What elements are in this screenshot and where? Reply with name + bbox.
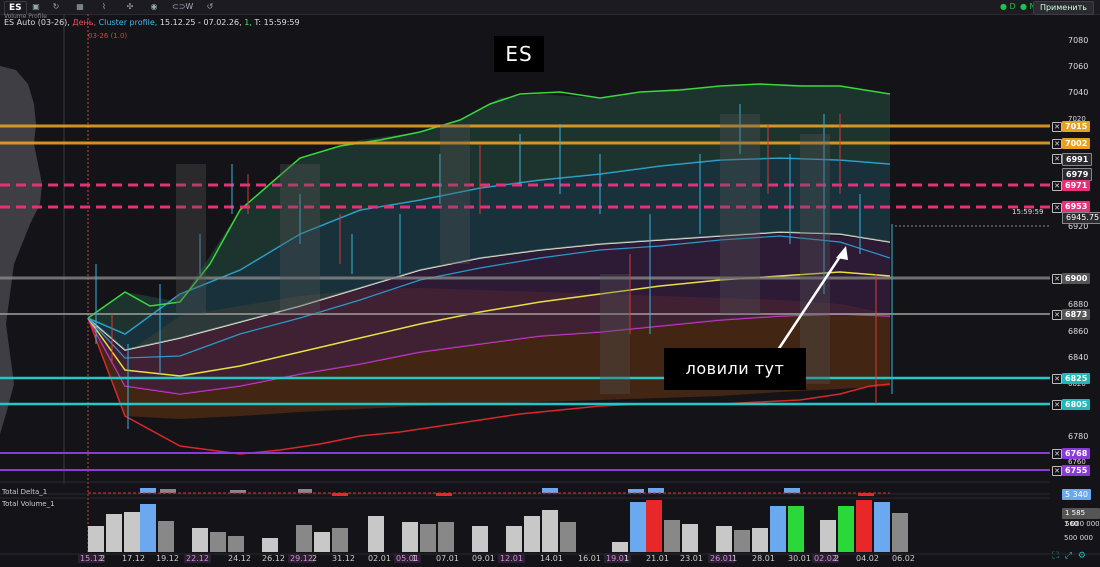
badge-d-label: D — [1009, 2, 1016, 11]
delta-panel-label: Total Delta_1 — [2, 488, 48, 496]
close-icon[interactable]: ✕ — [1052, 400, 1062, 410]
close-icon[interactable]: ✕ — [1052, 139, 1062, 149]
time-label: 15:59:59 — [1012, 208, 1044, 216]
level-6991[interactable]: 6991 — [1062, 153, 1093, 166]
x-axis-tick: 1 — [624, 554, 630, 563]
x-axis-tick: 02.01 — [368, 554, 391, 563]
close-icon[interactable]: ✕ — [1052, 181, 1062, 191]
level-7002[interactable]: 7002 — [1062, 138, 1091, 149]
x-axis-tick: 2 — [312, 554, 318, 563]
refresh-icon[interactable]: ↻ — [48, 1, 64, 13]
delta-bars — [88, 488, 890, 496]
link-label: W — [185, 2, 194, 11]
calendar-icon[interactable]: ▦ — [72, 1, 88, 13]
x-axis-tick: 29.12 — [288, 554, 315, 563]
volume-panel-label: Total Volume_1 — [2, 500, 55, 508]
x-axis-tick: 26.12 — [262, 554, 285, 563]
level-6768[interactable]: 6768 — [1062, 448, 1091, 459]
x-axis-tick: 30.01 — [788, 554, 811, 563]
x-axis-tick: 31.12 — [332, 554, 355, 563]
fit-icon[interactable]: ⤢ — [1065, 551, 1078, 561]
x-axis-tick: 06.02 — [892, 554, 915, 563]
x-axis-tick: 09.01 — [472, 554, 495, 563]
volume-axis-tick: 1 000 000 — [1064, 520, 1100, 528]
level-6873[interactable]: 6873 — [1062, 309, 1091, 320]
x-axis-tick: 22.12 — [184, 554, 211, 563]
level-6953[interactable]: 6953 — [1062, 201, 1091, 212]
close-icon[interactable]: ✕ — [1052, 466, 1062, 476]
close-icon[interactable]: ✕ — [1052, 154, 1062, 164]
level-6825[interactable]: 6825 — [1062, 373, 1091, 384]
x-axis-tick: 28.01 — [752, 554, 775, 563]
fullscreen-icon[interactable]: ⛶ — [1052, 551, 1064, 561]
x-axis-tick: 14.01 — [540, 554, 563, 563]
x-axis-tick: 23.01 — [680, 554, 703, 563]
close-icon[interactable]: ✕ — [1052, 310, 1062, 320]
close-icon[interactable]: ✕ — [1052, 449, 1062, 459]
link-icon[interactable]: ⊂⊃W — [172, 1, 193, 13]
x-axis-tick: 16.01 — [578, 554, 601, 563]
price-axis-tick: 6880 — [1068, 300, 1089, 309]
price-chart[interactable] — [0, 14, 1100, 567]
x-axis-tick: 2 — [100, 554, 106, 563]
x-axis-tick: 24.12 — [228, 554, 251, 563]
delta-value: 5 340 — [1062, 489, 1091, 500]
close-icon[interactable]: ✕ — [1052, 122, 1062, 132]
x-axis-tick: 2 — [834, 554, 840, 563]
price-axis-tick: 6860 — [1068, 327, 1089, 336]
apply-button[interactable]: Применить — [1032, 1, 1094, 15]
price-axis-tick: 6780 — [1068, 432, 1089, 441]
level-6755[interactable]: 6755 — [1062, 465, 1091, 476]
price-axis-tick: 7080 — [1068, 36, 1089, 45]
x-axis-tick: 21.01 — [646, 554, 669, 563]
level-6805[interactable]: 6805 — [1062, 399, 1091, 410]
close-icon[interactable]: ✕ — [1052, 203, 1062, 213]
x-axis-tick: 1 — [732, 554, 738, 563]
callout-annotation: ловили тут — [664, 348, 806, 390]
undo-icon[interactable]: ↺ — [202, 1, 218, 13]
bottom-tools: ⛶⤢⚙ — [1052, 551, 1092, 561]
x-axis-tick: 07.01 — [436, 554, 459, 563]
close-icon[interactable]: ✕ — [1052, 274, 1062, 284]
volume-bars — [88, 500, 908, 552]
x-axis-tick: 26.01 — [708, 554, 735, 563]
badge-d[interactable]: ● D — [1000, 2, 1016, 11]
x-axis-tick: 19.12 — [156, 554, 179, 563]
x-axis-tick: 12.01 — [498, 554, 525, 563]
file-icon[interactable]: ▣ — [28, 1, 44, 13]
chart-type-icon[interactable]: ⌇ — [96, 1, 112, 13]
top-toolbar: ES ▣ ↻ ▦ ⌇ ✣ ◉ ⊂⊃W ↺ ● D ● N ✎ Применить — [0, 0, 1100, 15]
level-7015[interactable]: 7015 — [1062, 121, 1091, 132]
x-axis-tick: 17.12 — [122, 554, 145, 563]
close-icon[interactable]: ✕ — [1052, 374, 1062, 384]
level-6971[interactable]: 6971 — [1062, 180, 1091, 191]
price-axis-tick: 6840 — [1068, 353, 1089, 362]
eye-icon[interactable]: ◉ — [146, 1, 162, 13]
level-6900[interactable]: 6900 — [1062, 273, 1091, 284]
x-axis-tick: 1 — [412, 554, 418, 563]
price-axis-tick: 7040 — [1068, 88, 1089, 97]
settings-icon[interactable]: ⚙ — [1078, 551, 1092, 561]
current-price-box: 6945.75 — [1062, 212, 1100, 224]
volume-value: 1 585 560 — [1062, 508, 1100, 528]
crosshair-icon[interactable]: ✣ — [122, 1, 138, 13]
price-axis-tick: 7060 — [1068, 62, 1089, 71]
x-axis-tick: 04.02 — [856, 554, 879, 563]
chart-title-box: ES — [494, 36, 544, 72]
volume-axis-tick: 500 000 — [1064, 534, 1093, 542]
